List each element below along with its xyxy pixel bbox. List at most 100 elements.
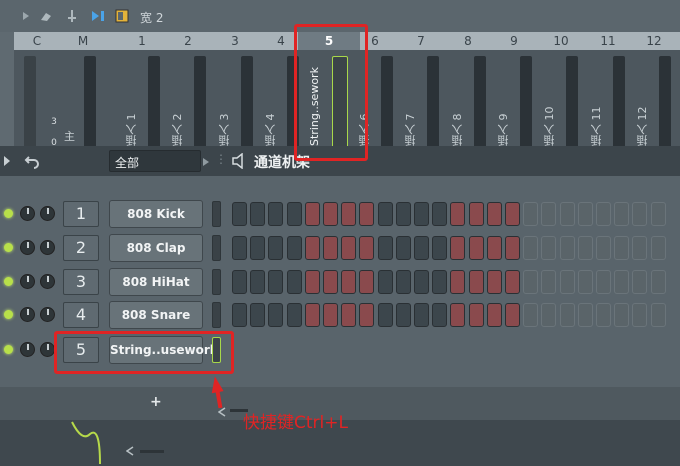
step-button[interactable] xyxy=(359,270,375,294)
fader-track[interactable] xyxy=(148,56,160,148)
step-button[interactable] xyxy=(505,303,520,327)
step-button[interactable] xyxy=(341,236,357,260)
step-button[interactable] xyxy=(359,202,375,226)
panel-toggle-icon[interactable] xyxy=(114,8,130,24)
step-button[interactable] xyxy=(577,270,593,294)
mixer-strip-9[interactable]: 插入 9 xyxy=(494,50,540,150)
step-button[interactable] xyxy=(632,303,648,327)
channel-name-button[interactable]: 808 HiHat xyxy=(109,268,203,296)
step-button[interactable] xyxy=(486,303,502,327)
fader-track[interactable] xyxy=(241,56,253,148)
step-button[interactable] xyxy=(505,202,520,226)
step-button[interactable] xyxy=(596,236,611,260)
step-button[interactable] xyxy=(450,202,466,226)
mixer-col-8[interactable]: 8 xyxy=(453,32,483,50)
fader-track[interactable] xyxy=(659,56,671,148)
step-button[interactable] xyxy=(341,270,357,294)
pan-knob[interactable] xyxy=(20,342,35,357)
mixer-strip-8[interactable]: 插入 8 xyxy=(448,50,494,150)
step-button[interactable] xyxy=(559,303,575,327)
mixer-col-9[interactable]: 9 xyxy=(499,32,529,50)
mixer-col-7[interactable]: 7 xyxy=(406,32,436,50)
mixer-col-current[interactable]: C xyxy=(22,32,52,50)
channel-name-button[interactable]: 808 Kick xyxy=(109,200,203,228)
step-button[interactable] xyxy=(559,202,575,226)
mixer-strip-1[interactable]: 插入 1 xyxy=(122,50,168,150)
mixer-strip-7[interactable]: 插入 7 xyxy=(401,50,447,150)
channel-track-selector[interactable] xyxy=(212,302,221,328)
step-button[interactable] xyxy=(486,202,502,226)
step-button[interactable] xyxy=(304,303,320,327)
step-button[interactable] xyxy=(486,236,502,260)
step-button[interactable] xyxy=(632,236,648,260)
volume-knob[interactable] xyxy=(40,307,55,322)
step-button[interactable] xyxy=(432,236,448,260)
step-button[interactable] xyxy=(432,303,448,327)
step-button[interactable] xyxy=(596,303,611,327)
step-button[interactable] xyxy=(468,202,484,226)
step-button[interactable] xyxy=(650,270,666,294)
step-button[interactable] xyxy=(268,303,284,327)
pan-knob[interactable] xyxy=(20,206,35,221)
step-button[interactable] xyxy=(359,303,375,327)
mixer-strip-10[interactable]: 插入 10 xyxy=(540,50,586,150)
mixer-col-2[interactable]: 2 xyxy=(173,32,203,50)
pan-knob[interactable] xyxy=(20,240,35,255)
step-button[interactable] xyxy=(523,202,539,226)
step-button[interactable] xyxy=(614,270,630,294)
step-button[interactable] xyxy=(323,236,338,260)
mixer-strip-current[interactable]: 3 0 3 6 xyxy=(18,50,64,190)
channel-enable-led[interactable] xyxy=(4,310,13,319)
step-button[interactable] xyxy=(377,236,393,260)
step-button[interactable] xyxy=(232,303,247,327)
channel-mixer-track-number[interactable]: 2 xyxy=(63,235,99,261)
step-button[interactable] xyxy=(250,202,266,226)
step-button[interactable] xyxy=(523,303,539,327)
step-button[interactable] xyxy=(541,270,557,294)
channel-track-selector[interactable] xyxy=(212,201,221,227)
step-button[interactable] xyxy=(614,303,630,327)
fader-track[interactable] xyxy=(381,56,393,148)
step-button[interactable] xyxy=(395,270,411,294)
step-button[interactable] xyxy=(323,270,338,294)
channel-mixer-track-number[interactable]: 4 xyxy=(63,302,99,328)
step-button[interactable] xyxy=(505,270,520,294)
step-button[interactable] xyxy=(341,303,357,327)
fader-track[interactable] xyxy=(520,56,532,148)
step-button[interactable] xyxy=(304,236,320,260)
step-button[interactable] xyxy=(450,236,466,260)
step-button[interactable] xyxy=(414,202,429,226)
step-button[interactable] xyxy=(486,270,502,294)
mixer-col-10[interactable]: 10 xyxy=(545,32,577,50)
step-button[interactable] xyxy=(614,236,630,260)
channel-enable-led[interactable] xyxy=(4,345,13,354)
pin-icon[interactable] xyxy=(64,8,80,24)
step-button[interactable] xyxy=(286,202,302,226)
add-channel-button[interactable]: + xyxy=(150,394,162,410)
step-button[interactable] xyxy=(432,202,448,226)
expand-arrow-icon[interactable] xyxy=(2,155,12,167)
step-button[interactable] xyxy=(286,236,302,260)
step-button[interactable] xyxy=(632,270,648,294)
step-button[interactable] xyxy=(377,202,393,226)
step-button[interactable] xyxy=(450,270,466,294)
step-button[interactable] xyxy=(268,270,284,294)
scroll-thumb[interactable] xyxy=(140,450,164,453)
fader-track[interactable] xyxy=(474,56,486,148)
step-button[interactable] xyxy=(414,270,429,294)
channel-enable-led[interactable] xyxy=(4,243,13,252)
fader-track[interactable] xyxy=(194,56,206,148)
fader-track[interactable] xyxy=(84,56,96,148)
fader-track[interactable] xyxy=(24,56,36,148)
step-button[interactable] xyxy=(541,303,557,327)
step-button[interactable] xyxy=(468,270,484,294)
step-button[interactable] xyxy=(650,202,666,226)
pan-knob[interactable] xyxy=(20,307,35,322)
channel-enable-led[interactable] xyxy=(4,209,13,218)
step-button[interactable] xyxy=(432,270,448,294)
mixer-col-master[interactable]: M xyxy=(68,32,98,50)
fader-track[interactable] xyxy=(427,56,439,148)
mixer-strip-2[interactable]: 插入 2 xyxy=(168,50,214,150)
pan-knob[interactable] xyxy=(20,274,35,289)
drag-handle-icon[interactable]: ⋮ xyxy=(215,152,227,166)
